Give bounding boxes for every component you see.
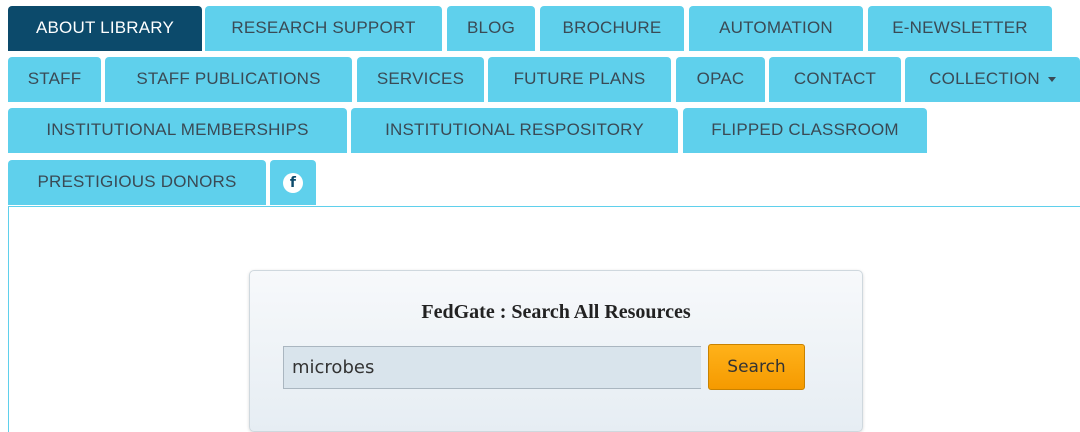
tab-brochure[interactable]: BROCHURE bbox=[540, 6, 684, 51]
tab-automation[interactable]: AUTOMATION bbox=[689, 6, 863, 51]
tab-label: INSTITUTIONAL MEMBERSHIPS bbox=[46, 120, 309, 139]
tab-collection[interactable]: COLLECTION bbox=[905, 57, 1080, 102]
tab-staff-publications[interactable]: STAFF PUBLICATIONS bbox=[105, 57, 352, 102]
tab-e-newsletter[interactable]: E-NEWSLETTER bbox=[868, 6, 1052, 51]
tab-label: OPAC bbox=[696, 69, 745, 88]
tab-label: RESEARCH SUPPORT bbox=[231, 18, 416, 37]
tab-flipped-classroom[interactable]: FLIPPED CLASSROOM bbox=[683, 108, 927, 153]
tab-research-support[interactable]: RESEARCH SUPPORT bbox=[205, 6, 442, 51]
tab-institutional-memberships[interactable]: INSTITUTIONAL MEMBERSHIPS bbox=[8, 108, 347, 153]
tab-label: INSTITUTIONAL RESPOSITORY bbox=[385, 120, 644, 139]
caret-down-icon bbox=[1047, 77, 1056, 83]
tab-label: ABOUT LIBRARY bbox=[35, 18, 175, 37]
facebook-icon: f bbox=[283, 173, 303, 193]
search-button[interactable]: Search bbox=[708, 344, 805, 390]
tab-label: STAFF PUBLICATIONS bbox=[136, 69, 321, 88]
tab-future-plans[interactable]: FUTURE PLANS bbox=[488, 57, 671, 102]
tab-label: BLOG bbox=[466, 18, 516, 37]
tab-label: BROCHURE bbox=[562, 18, 662, 37]
tab-label: AUTOMATION bbox=[719, 18, 833, 37]
tab-prestigious-donors[interactable]: PRESTIGIOUS DONORS bbox=[8, 160, 266, 205]
tab-label: FUTURE PLANS bbox=[513, 69, 646, 88]
tab-label: PRESTIGIOUS DONORS bbox=[37, 172, 237, 191]
search-title: FedGate : Search All Resources bbox=[421, 301, 691, 323]
tab-staff[interactable]: STAFF bbox=[8, 57, 101, 102]
tab-about-library[interactable]: ABOUT LIBRARY bbox=[8, 6, 202, 51]
tab-label: E-NEWSLETTER bbox=[892, 18, 1028, 37]
tab-opac[interactable]: OPAC bbox=[676, 57, 765, 102]
tab-institutional-respository[interactable]: INSTITUTIONAL RESPOSITORY bbox=[351, 108, 678, 153]
tab-label: CONTACT bbox=[793, 69, 877, 88]
tab-services[interactable]: SERVICES bbox=[357, 57, 484, 102]
search-input[interactable] bbox=[283, 346, 701, 389]
tab-contact[interactable]: CONTACT bbox=[769, 57, 901, 102]
tab-label: STAFF bbox=[27, 69, 82, 88]
tab-label: FLIPPED CLASSROOM bbox=[711, 120, 899, 139]
tab-label: COLLECTION bbox=[929, 69, 1040, 88]
tab-blog[interactable]: BLOG bbox=[447, 6, 535, 51]
tab-label: SERVICES bbox=[376, 69, 465, 88]
search-box: FedGate : Search All Resources Search bbox=[249, 270, 863, 432]
tab-facebook[interactable]: f bbox=[270, 160, 316, 205]
